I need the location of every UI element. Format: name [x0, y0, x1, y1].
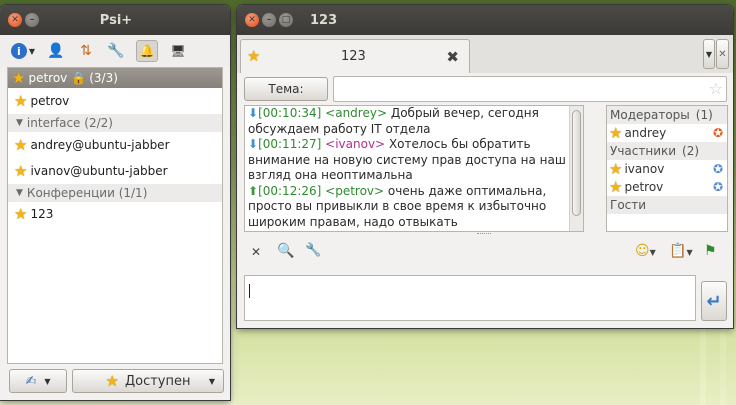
- send-button[interactable]: ↵: [701, 281, 727, 321]
- clear-chat-icon[interactable]: ✕: [251, 245, 261, 259]
- tab-123[interactable]: ★ 123 ✖: [240, 39, 470, 73]
- self-group-header[interactable]: ★ petrov 🔒 (3/3): [8, 68, 222, 88]
- roster-toolbar: i ▼ 👤 ⇅ 🔧 🔔 🖥: [0, 35, 230, 67]
- status-button[interactable]: ★ Доступен ▼: [72, 369, 224, 393]
- chat-titlebar: ✕ – □ 123: [237, 5, 733, 35]
- tabs-menu-button[interactable]: ▼: [703, 39, 715, 69]
- message-2: ⬆[00:12:26] <petrov> очень даже оптималь…: [248, 183, 547, 229]
- roster-window: ✕ – Psi+ i ▼ 👤 ⇅ 🔧 🔔 🖥 ★ petrov 🔒 (3/3) ★…: [0, 5, 230, 400]
- lock-icon: 🔒: [71, 71, 87, 85]
- send-file-icon[interactable]: ⚑: [704, 243, 717, 259]
- star-icon: ★: [12, 68, 26, 87]
- roster-list: ★ petrov 🔒 (3/3) ★ petrov ▼ interface (2…: [7, 67, 223, 364]
- moderators-header[interactable]: Модераторы (1): [607, 106, 727, 124]
- guests-header[interactable]: Гости: [607, 196, 727, 214]
- psi-logo-icon: ✍: [25, 373, 37, 389]
- occupant-list: Модераторы (1) ★ andrey ✪ Участники (2) ★ iv…: [606, 105, 728, 232]
- minimize-icon[interactable]: –: [262, 13, 276, 27]
- window-title: 123: [310, 12, 338, 28]
- arrow-down-icon: ⬇: [248, 137, 259, 151]
- occupant-ivanov[interactable]: ★ ivanov ✪: [607, 160, 727, 178]
- chevron-down-icon: ▼: [208, 376, 215, 386]
- send-arrow-icon: ↵: [706, 290, 722, 312]
- triangle-down-icon: ▼: [16, 118, 23, 128]
- contact-andrey[interactable]: ★ andrey@ubuntu-jabber: [8, 132, 222, 158]
- maximize-icon[interactable]: □: [279, 13, 293, 27]
- menu-info-icon[interactable]: i ▼: [10, 43, 36, 59]
- chat-log[interactable]: ⬇[00:10:34] <andrey> Добрый вечер, сегод…: [244, 105, 584, 232]
- chat-scrollbar[interactable]: [569, 106, 583, 231]
- emoticons-icon[interactable]: ☺▼: [635, 243, 656, 259]
- occupant-andrey[interactable]: ★ andrey ✪: [607, 124, 727, 142]
- arrow-down-icon: ⬇: [248, 106, 259, 120]
- tab-bar: ★ 123 ✖ ▼ ✕: [237, 35, 733, 73]
- filter-icon[interactable]: ⇅: [76, 43, 96, 59]
- participant-badge-icon: ✪: [712, 162, 723, 176]
- message-input[interactable]: [244, 275, 696, 321]
- roster-titlebar: ✕ – Psi+: [0, 5, 230, 35]
- star-icon: ★: [105, 371, 119, 390]
- contact-self[interactable]: ★ petrov: [8, 88, 222, 114]
- close-icon[interactable]: ✕: [245, 13, 259, 27]
- contact-ivanov[interactable]: ★ ivanov@ubuntu-jabber: [8, 158, 222, 184]
- minimize-icon[interactable]: –: [25, 13, 39, 27]
- show-offline-icon[interactable]: 🔔: [136, 40, 158, 62]
- participants-header[interactable]: Участники (2): [607, 142, 727, 160]
- star-icon: ★: [609, 159, 623, 178]
- message-1: ⬇[00:11:27] <ivanov> Хотелось бы обратит…: [248, 137, 566, 182]
- star-icon: ★: [247, 47, 261, 65]
- message-0: ⬇[00:10:34] <andrey> Добрый вечер, сегод…: [248, 106, 539, 136]
- close-icon[interactable]: ✕: [8, 13, 22, 27]
- group-header-conferences[interactable]: ▼ Конференции (1/1): [8, 184, 222, 202]
- menu-button[interactable]: ✍ ▼: [9, 369, 67, 393]
- console-icon[interactable]: 🖥: [168, 44, 188, 58]
- moderator-badge-icon: ✪: [712, 126, 723, 140]
- chat-window: ✕ – □ 123 ★ 123 ✖ ▼ ✕ Тема: ☆ ⬇[00:10:34…: [237, 5, 733, 328]
- topic-field[interactable]: ☆: [333, 76, 727, 102]
- settings-wrench-icon[interactable]: 🔧: [106, 43, 126, 59]
- star-icon: ★: [14, 204, 28, 223]
- arrow-up-icon: ⬆: [248, 183, 259, 198]
- chevron-down-icon: ▼: [44, 376, 51, 386]
- actions-icon[interactable]: 📋▼: [669, 243, 693, 259]
- contact-conference-123[interactable]: ★ 123: [8, 202, 222, 226]
- chat-toolbar: ✕ 🔍 🔧 ☺▼ 📋▼ ⚑: [237, 243, 733, 265]
- add-contact-icon[interactable]: 👤: [46, 43, 66, 59]
- topic-button[interactable]: Тема:: [244, 77, 328, 101]
- close-tab-icon[interactable]: ✖: [446, 48, 459, 66]
- occupant-petrov[interactable]: ★ petrov ✪: [607, 178, 727, 196]
- close-window-button[interactable]: ✕: [716, 39, 729, 69]
- star-icon: ★: [14, 135, 28, 154]
- star-icon: ★: [609, 177, 623, 196]
- bookmark-star-icon[interactable]: ☆: [709, 79, 723, 98]
- configure-wrench-icon[interactable]: 🔧: [305, 243, 321, 258]
- participant-badge-icon: ✪: [712, 180, 723, 194]
- find-icon[interactable]: 🔍: [277, 243, 294, 259]
- text-cursor: [249, 284, 250, 298]
- splitter-handle[interactable]: [477, 233, 491, 236]
- triangle-down-icon: ▼: [16, 188, 23, 198]
- star-icon: ★: [609, 123, 623, 142]
- scrollbar-thumb[interactable]: [572, 110, 581, 216]
- star-icon: ★: [14, 161, 28, 180]
- group-header-interface[interactable]: ▼ interface (2/2): [8, 114, 222, 132]
- message-list: ⬇[00:10:34] <andrey> Добрый вечер, сегод…: [248, 106, 568, 230]
- window-title: Psi+: [99, 12, 133, 28]
- star-icon: ★: [14, 91, 28, 110]
